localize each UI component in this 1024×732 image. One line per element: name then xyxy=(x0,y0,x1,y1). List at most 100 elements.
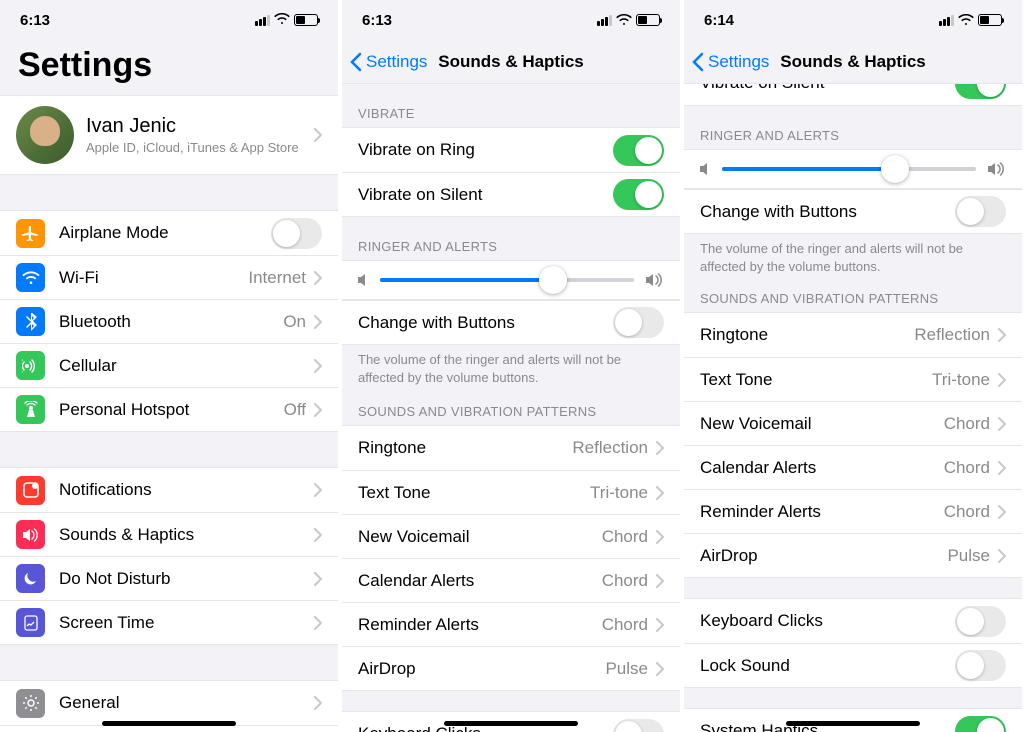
ringer-footer: The volume of the ringer and alerts will… xyxy=(342,345,680,392)
home-indicator[interactable] xyxy=(444,721,578,726)
toggle[interactable] xyxy=(955,716,1006,732)
settings-row-wifi[interactable]: Wi-FiInternet xyxy=(0,255,338,299)
row-label: New Voicemail xyxy=(700,414,944,434)
sound-row[interactable]: New VoicemailChord xyxy=(342,514,680,558)
alerts-group: Notifications Sounds & HapticsDo Not Dist… xyxy=(0,467,338,645)
toggle[interactable] xyxy=(955,196,1006,227)
status-bar: 6:13 xyxy=(342,0,680,40)
general-icon xyxy=(16,689,45,718)
settings-row-cellular[interactable]: Cellular xyxy=(0,343,338,387)
settings-row-bluetooth[interactable]: BluetoothOn xyxy=(0,299,338,343)
chevron-left-icon xyxy=(350,52,362,72)
chevron-right-icon xyxy=(314,128,322,142)
toggle-row[interactable]: Vibrate on Ring xyxy=(342,128,680,172)
slider-track[interactable] xyxy=(722,167,976,171)
toggle[interactable] xyxy=(955,650,1006,681)
row-value: Chord xyxy=(602,527,648,547)
sound-row[interactable]: New VoicemailChord xyxy=(684,401,1022,445)
chevron-right-icon xyxy=(314,271,322,285)
slider-track[interactable] xyxy=(380,278,634,282)
row-label: Screen Time xyxy=(59,613,314,633)
sound-row[interactable]: Text ToneTri-tone xyxy=(342,470,680,514)
ringer-slider[interactable] xyxy=(342,261,680,300)
screen-settings-root: 6:13 Settings Ivan Jenic Apple ID, iClou… xyxy=(0,0,338,732)
change-with-buttons-row[interactable]: Change with Buttons xyxy=(684,189,1022,233)
toggle-row[interactable]: Lock Sound xyxy=(684,643,1022,687)
row-value: Chord xyxy=(944,458,990,478)
sound-row[interactable]: AirDropPulse xyxy=(342,646,680,690)
toggle[interactable] xyxy=(955,84,1006,99)
toggle[interactable] xyxy=(613,719,664,732)
row-value: Tri-tone xyxy=(932,370,990,390)
chevron-right-icon xyxy=(998,549,1006,563)
settings-row-sounds[interactable]: Sounds & Haptics xyxy=(0,512,338,556)
sound-row[interactable]: Text ToneTri-tone xyxy=(684,357,1022,401)
avatar xyxy=(16,106,74,164)
back-label: Settings xyxy=(708,52,769,72)
ringer-slider[interactable] xyxy=(684,150,1022,189)
home-indicator[interactable] xyxy=(102,721,236,726)
settings-row-notifications[interactable]: Notifications xyxy=(0,468,338,512)
row-label: Cellular xyxy=(59,356,314,376)
profile-sub: Apple ID, iCloud, iTunes & App Store xyxy=(86,140,314,155)
nav-bar: Settings Sounds & Haptics xyxy=(342,40,680,84)
row-label: Text Tone xyxy=(700,370,932,390)
row-value: Off xyxy=(284,400,306,420)
sound-row[interactable]: Calendar AlertsChord xyxy=(684,445,1022,489)
back-button[interactable]: Settings xyxy=(350,52,427,72)
settings-row-hotspot[interactable]: Personal HotspotOff xyxy=(0,387,338,431)
chevron-right-icon xyxy=(998,461,1006,475)
status-time: 6:14 xyxy=(704,12,734,29)
page-title: Settings xyxy=(0,40,338,95)
signal-icon xyxy=(939,15,954,26)
chevron-right-icon xyxy=(998,373,1006,387)
home-indicator[interactable] xyxy=(786,721,920,726)
settings-row-general[interactable]: General xyxy=(0,681,338,725)
chevron-right-icon xyxy=(314,315,322,329)
row-label: Notifications xyxy=(59,480,314,500)
bluetooth-icon xyxy=(16,307,45,336)
settings-row-airplane[interactable]: Airplane Mode xyxy=(0,211,338,255)
status-indicators xyxy=(255,12,318,29)
sound-row[interactable]: RingtoneReflection xyxy=(684,313,1022,357)
sound-row[interactable]: AirDropPulse xyxy=(684,533,1022,577)
toggle[interactable] xyxy=(271,218,322,249)
toggle[interactable] xyxy=(613,179,664,210)
sound-row[interactable]: RingtoneReflection xyxy=(342,426,680,470)
settings-row-dnd[interactable]: Do Not Disturb xyxy=(0,556,338,600)
profile-name: Ivan Jenic xyxy=(86,115,314,138)
wifi-icon xyxy=(958,14,974,26)
toggle-row[interactable]: Keyboard Clicks xyxy=(684,599,1022,643)
settings-row-controlcenter[interactable]: Control Center xyxy=(0,725,338,732)
apple-id-row[interactable]: Ivan Jenic Apple ID, iCloud, iTunes & Ap… xyxy=(0,95,338,175)
cellular-icon xyxy=(16,351,45,380)
toggle[interactable] xyxy=(613,135,664,166)
patterns-header: SOUNDS AND VIBRATION PATTERNS xyxy=(684,281,1022,312)
status-bar: 6:14 xyxy=(684,0,1022,40)
signal-icon xyxy=(255,15,270,26)
row-label: Keyboard Clicks xyxy=(700,611,955,631)
row-label: Reminder Alerts xyxy=(700,502,944,522)
row-value: Chord xyxy=(944,502,990,522)
back-button[interactable]: Settings xyxy=(692,52,769,72)
connectivity-group: Airplane ModeWi-FiInternetBluetoothOn Cel… xyxy=(0,210,338,432)
row-label: Calendar Alerts xyxy=(358,571,602,591)
chevron-right-icon xyxy=(314,696,322,710)
row-value: Reflection xyxy=(914,325,990,345)
change-with-buttons-row[interactable]: Change with Buttons xyxy=(342,300,680,344)
sound-row[interactable]: Reminder AlertsChord xyxy=(342,602,680,646)
row-value: On xyxy=(283,312,306,332)
sound-row[interactable]: Reminder AlertsChord xyxy=(684,489,1022,533)
sound-row[interactable]: Calendar AlertsChord xyxy=(342,558,680,602)
settings-row-screentime[interactable]: Screen Time xyxy=(0,600,338,644)
toggle[interactable] xyxy=(955,606,1006,637)
row-value: Pulse xyxy=(605,659,648,679)
signal-icon xyxy=(597,15,612,26)
row-label: Change with Buttons xyxy=(358,313,613,333)
toggle[interactable] xyxy=(613,307,664,338)
vibrate-header: VIBRATE xyxy=(342,84,680,127)
status-time: 6:13 xyxy=(20,12,50,29)
vibrate-on-silent-row[interactable]: Vibrate on Silent xyxy=(684,84,1022,105)
toggle-row[interactable]: Vibrate on Silent xyxy=(342,172,680,216)
row-label: Lock Sound xyxy=(700,656,955,676)
